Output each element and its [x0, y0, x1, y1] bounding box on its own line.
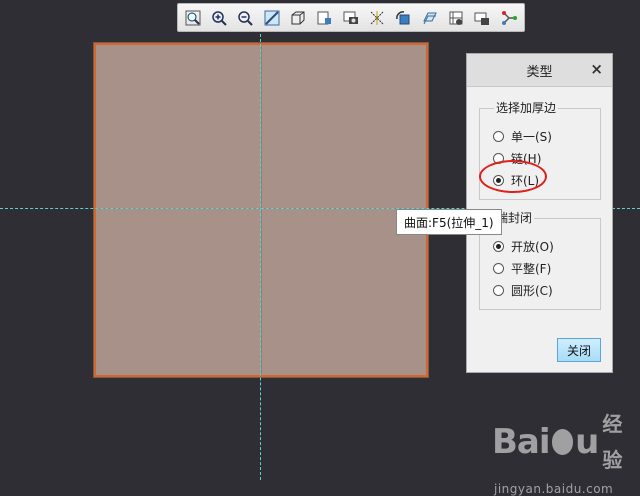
zoom-fit-icon[interactable]	[182, 7, 204, 29]
annotation-icon[interactable]	[419, 7, 441, 29]
zoom-in-icon[interactable]	[208, 7, 230, 29]
radio-label: 平整(F)	[511, 262, 552, 276]
display-style-icon[interactable]	[287, 7, 309, 29]
section-view-icon[interactable]	[445, 7, 467, 29]
group-legend: 选择加厚边	[494, 101, 559, 115]
close-button[interactable]: 关闭	[557, 338, 601, 362]
view-toolbar	[177, 3, 525, 32]
zoom-out-icon[interactable]	[235, 7, 257, 29]
radio-button[interactable]	[493, 285, 504, 296]
radio-loop[interactable]: 环(L)	[493, 172, 539, 189]
radio-button[interactable]	[493, 263, 504, 274]
repaint-icon[interactable]	[261, 7, 283, 29]
appearance-icon[interactable]	[498, 7, 520, 29]
surface-divider-vertical	[261, 45, 262, 375]
radio-label: 链(H)	[511, 152, 542, 166]
radio-round[interactable]: 圆形(C)	[493, 282, 553, 299]
datum-axis-vertical	[260, 34, 261, 480]
datum-display-icon[interactable]	[366, 7, 388, 29]
watermark-logo: Bai u 经验	[492, 412, 622, 472]
radio-single[interactable]: 单一(S)	[493, 128, 552, 145]
baidu-jingyan-watermark: Bai u 经验 jingyan.baidu.com	[492, 406, 634, 496]
paw-icon	[551, 429, 574, 455]
view-manager-icon[interactable]	[340, 7, 362, 29]
saved-views-icon[interactable]	[314, 7, 336, 29]
spin-center-icon[interactable]	[393, 7, 415, 29]
radio-label: 开放(O)	[511, 240, 554, 254]
surface-feature[interactable]	[94, 43, 428, 377]
radio-button-selected[interactable]	[493, 241, 504, 252]
radio-open[interactable]: 开放(O)	[493, 238, 554, 255]
radio-label: 圆形(C)	[511, 284, 553, 298]
radio-button[interactable]	[493, 131, 504, 142]
radio-button[interactable]	[493, 153, 504, 164]
dialog-title: 类型	[526, 64, 553, 80]
radio-button-selected[interactable]	[493, 175, 504, 186]
radio-label: 单一(S)	[511, 130, 552, 144]
radio-chain[interactable]: 链(H)	[493, 150, 541, 167]
close-icon[interactable]: ×	[590, 61, 603, 77]
radio-label: 环(L)	[511, 174, 540, 188]
layer-icon[interactable]	[471, 7, 493, 29]
radio-flat[interactable]: 平整(F)	[493, 260, 551, 277]
watermark-url: jingyan.baidu.com	[494, 482, 614, 496]
hover-tooltip: 曲面:F5(拉伸_1)	[396, 209, 502, 235]
dialog-titlebar[interactable]: 类型 ×	[467, 54, 612, 87]
thicken-edge-group: 选择加厚边 单一(S) 链(H) 环(L)	[479, 101, 601, 200]
